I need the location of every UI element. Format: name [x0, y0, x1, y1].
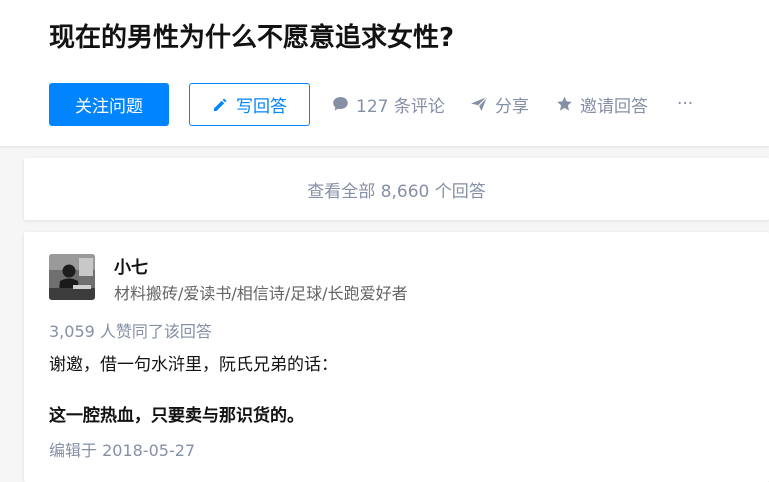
write-answer-label: 写回答 — [236, 97, 287, 117]
author-bio: 材料搬砖/爱读书/相信诗/足球/长跑爱好者 — [114, 284, 408, 303]
pencil-icon — [214, 98, 227, 111]
paper-plane-icon — [471, 96, 488, 111]
share-button[interactable]: 分享 — [470, 88, 529, 120]
invite-answer-label: 邀请回答 — [580, 96, 648, 117]
view-all-answers-label: 查看全部 8,660 个回答 — [307, 181, 486, 202]
more-dots-icon: ··· — [677, 94, 694, 114]
write-answer-button[interactable]: 写回答 — [189, 83, 310, 126]
follow-question-button[interactable]: 关注问题 — [49, 83, 169, 126]
edited-timestamp[interactable]: 编辑于 2018-05-27 — [49, 437, 195, 461]
comments-button[interactable]: 127 条评论 — [332, 88, 445, 120]
avatar-image — [49, 254, 95, 300]
question-title: 现在的男性为什么不愿意追求女性? — [49, 23, 455, 53]
view-all-answers-button[interactable]: 查看全部 8,660 个回答 — [24, 158, 769, 220]
comment-bubble-icon — [333, 97, 348, 111]
more-button[interactable]: ··· — [677, 88, 693, 120]
comments-label: 127 条评论 — [356, 96, 445, 117]
question-header: 现在的男性为什么不愿意追求女性? 关注问题 写回答 127 条评论 分享 邀请回… — [0, 0, 769, 146]
answer-paragraph-bold: 这一腔热血，只要卖与那识货的。 — [49, 406, 304, 426]
star-icon — [557, 96, 572, 111]
invite-answer-button[interactable]: 邀请回答 — [556, 88, 648, 120]
author-name[interactable]: 小七 — [114, 253, 148, 278]
answer-paragraph: 谢邀，借一句水浒里，阮氏兄弟的话： — [49, 355, 338, 375]
share-label: 分享 — [495, 96, 529, 117]
avatar[interactable] — [49, 254, 95, 300]
vote-count: 3,059 人赞同了该回答 — [49, 322, 212, 341]
